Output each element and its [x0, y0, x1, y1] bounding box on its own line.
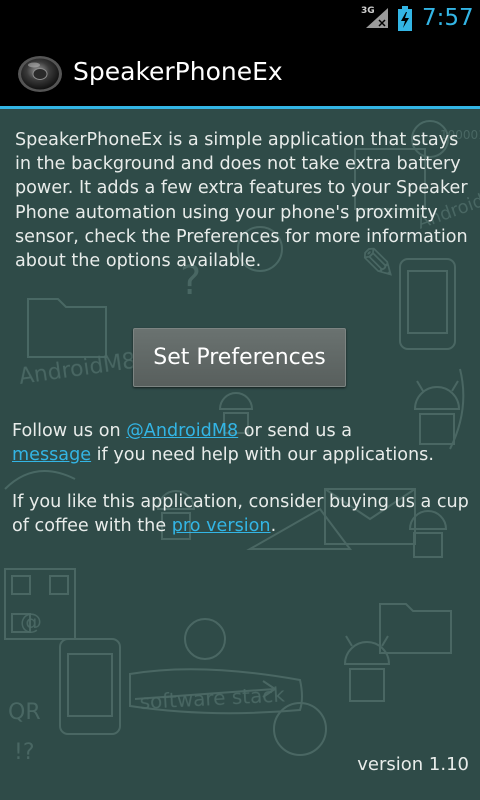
battery-icon — [398, 6, 412, 31]
app-title: SpeakerPhoneEx — [73, 57, 283, 86]
twitter-link[interactable]: @AndroidM8 — [126, 421, 238, 441]
set-preferences-button[interactable]: Set Preferences — [133, 328, 346, 387]
message-link[interactable]: message — [12, 445, 91, 465]
coffee-suffix: . — [270, 516, 277, 536]
coffee-text: If you like this application, consider b… — [12, 490, 474, 538]
svg-text:AndroidM8: AndroidM8 — [17, 349, 137, 390]
intro-text: SpeakerPhoneEx is a simple application t… — [15, 130, 468, 272]
main-content: AndroidM8 software stack Android QR !? 1… — [0, 109, 480, 800]
svg-text:software stack: software stack — [139, 682, 286, 714]
speaker-icon[interactable] — [17, 54, 63, 94]
follow-suffix: if you need help with our applications. — [91, 445, 434, 465]
svg-text:!?: !? — [14, 740, 35, 765]
svg-text:@: @ — [20, 610, 42, 635]
status-clock: 7:57 — [422, 5, 474, 31]
svg-text:QR: QR — [8, 700, 41, 725]
pro-version-link[interactable]: pro version — [172, 516, 271, 536]
signal-icon — [366, 8, 388, 28]
version-label: version 1.10 — [357, 754, 469, 775]
status-bar: 3G 7:57 — [0, 0, 480, 38]
follow-prefix: Follow us on — [12, 421, 127, 441]
action-bar: SpeakerPhoneEx — [0, 38, 480, 106]
follow-middle: or send us a — [238, 421, 352, 441]
follow-text: Follow us on @AndroidM8 or send us a mess… — [12, 419, 474, 467]
